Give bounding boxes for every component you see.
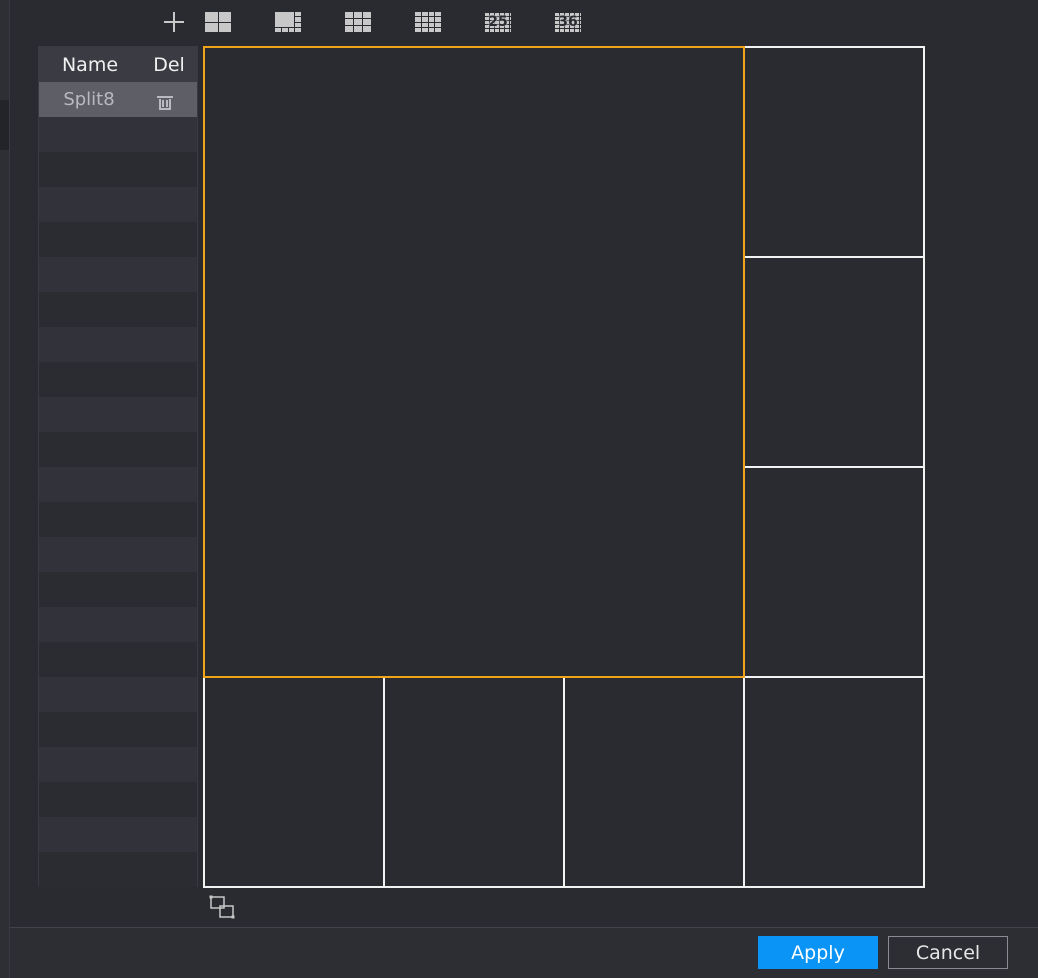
split-9-button[interactable] <box>344 8 372 36</box>
split-pane-1[interactable] <box>203 46 745 678</box>
left-panel-tab[interactable] <box>0 100 9 150</box>
list-item <box>39 292 197 327</box>
footer-bar <box>10 927 1038 978</box>
split-8-icon <box>275 12 301 32</box>
add-icon <box>164 12 184 32</box>
split-25-label: 25 <box>488 14 508 30</box>
list-item <box>39 152 197 187</box>
list-item <box>39 187 197 222</box>
scheme-list-header: Name Del <box>39 47 197 82</box>
split-pane-3[interactable] <box>743 256 925 468</box>
list-item <box>39 607 197 642</box>
split-pane-4[interactable] <box>743 466 925 678</box>
split-36-button[interactable]: 36 <box>554 8 582 36</box>
split-scheme-editor: 25 36 Name Del Split8 Apply Cancel <box>0 0 1038 978</box>
list-item <box>39 222 197 257</box>
scheme-row-name: Split8 <box>63 89 115 110</box>
split-4-button[interactable] <box>204 8 232 36</box>
scheme-row[interactable]: Split8 <box>39 82 197 117</box>
split-36-label: 36 <box>558 14 578 30</box>
list-item <box>39 712 197 747</box>
split-pane-8[interactable] <box>743 676 925 888</box>
split-25-button[interactable]: 25 <box>484 8 512 36</box>
split-16-button[interactable] <box>414 8 442 36</box>
split-16-icon <box>415 12 441 32</box>
split-36-icon: 36 <box>555 12 581 32</box>
list-item <box>39 397 197 432</box>
scheme-list: Name Del Split8 <box>38 46 198 887</box>
list-item <box>39 257 197 292</box>
list-item <box>39 327 197 362</box>
left-panel-edge <box>0 0 10 978</box>
split-pane-2[interactable] <box>743 46 925 258</box>
split-pane-6[interactable] <box>383 676 565 888</box>
list-item <box>39 572 197 607</box>
list-item <box>39 432 197 467</box>
column-header-name: Name <box>61 53 119 76</box>
custom-split-button[interactable] <box>208 894 238 924</box>
split-9-icon <box>345 12 371 32</box>
split-pane-5[interactable] <box>203 676 385 888</box>
cancel-button[interactable]: Cancel <box>888 936 1008 969</box>
merge-split-icon <box>209 895 235 919</box>
list-item <box>39 467 197 502</box>
split-8-button[interactable] <box>274 8 302 36</box>
add-scheme-button[interactable] <box>160 8 188 36</box>
split-canvas <box>203 46 925 888</box>
apply-button[interactable]: Apply <box>758 936 878 969</box>
list-item <box>39 782 197 817</box>
list-item <box>39 537 197 572</box>
list-item <box>39 817 197 852</box>
list-item <box>39 362 197 397</box>
list-item <box>39 642 197 677</box>
split-4-icon <box>205 12 231 32</box>
list-item <box>39 502 197 537</box>
column-header-del: Del <box>153 53 185 76</box>
list-item <box>39 747 197 782</box>
list-item <box>39 852 197 887</box>
trash-icon[interactable] <box>157 95 173 110</box>
list-item <box>39 117 197 152</box>
split-pane-7[interactable] <box>563 676 745 888</box>
list-item <box>39 677 197 712</box>
split-25-icon: 25 <box>485 12 511 32</box>
